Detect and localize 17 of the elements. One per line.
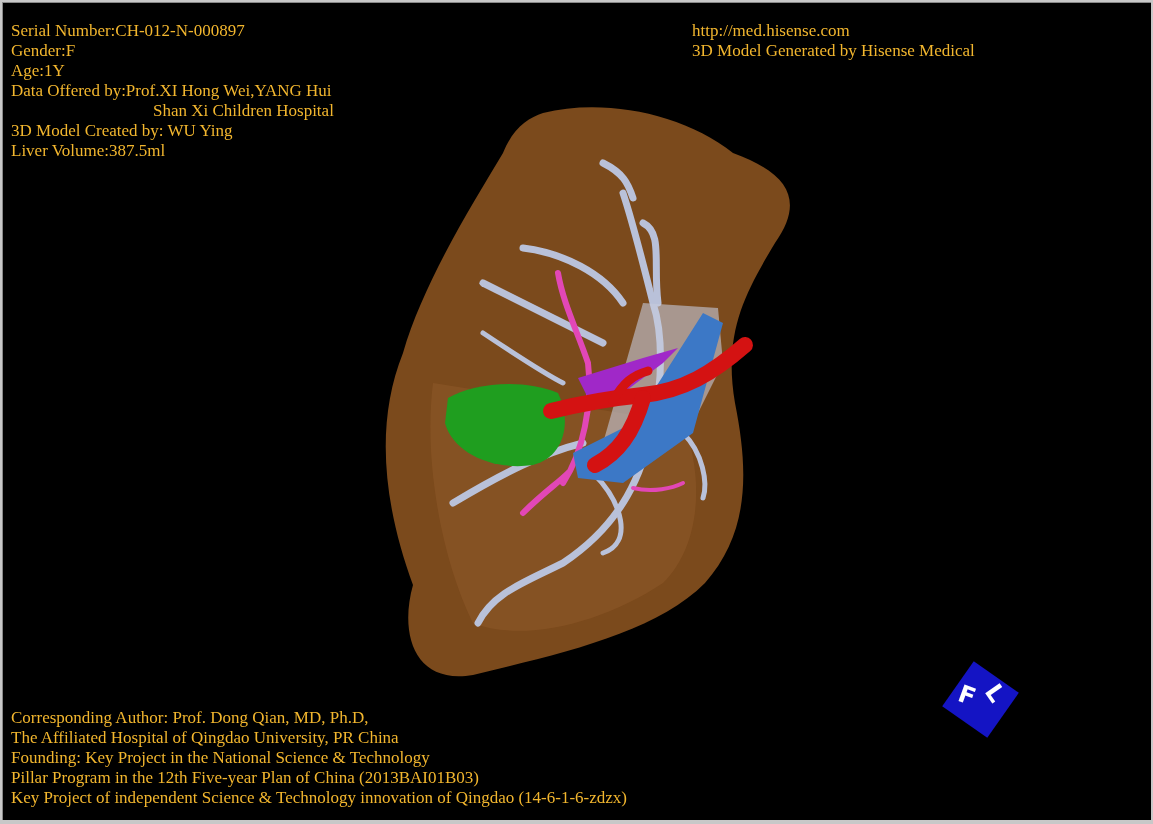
credits-text: Corresponding Author: Prof. Dong Qian, MD, Ph.D, xyxy=(11,708,369,728)
info-text: Data Offered by:Prof.XI Hong Wei,YANG Hui xyxy=(11,81,332,101)
credits-text: The Affiliated Hospital of Qingdao University, PR China xyxy=(11,728,399,748)
cube-face-label: L xyxy=(980,679,1010,707)
credits-text: Founding: Key Project in the National Science & Technology xyxy=(11,748,430,768)
credits-text: Pillar Program in the 12th Five-year Plan of China (2013BAI01B03) xyxy=(11,768,479,788)
info-text: Shan Xi Children Hospital xyxy=(153,101,334,121)
credits-text: Key Project of independent Science & Technology innovation of Qingdao (14-6-1-6-zdzx) xyxy=(11,788,627,808)
info-text: Gender:F xyxy=(11,41,76,61)
info-text: 3D Model Generated by Hisense Medical xyxy=(692,41,975,61)
info-text: Liver Volume:387.5ml xyxy=(11,141,166,161)
orientation-cube[interactable]: F L xyxy=(942,661,1019,738)
info-text: http://med.hisense.com xyxy=(692,21,850,41)
info-text: Age:1Y xyxy=(11,61,65,81)
cube-face-label: F xyxy=(955,681,979,710)
info-text: 3D Model Created by: WU Ying xyxy=(11,121,233,141)
info-text: Serial Number:CH-012-N-000897 xyxy=(11,21,245,41)
